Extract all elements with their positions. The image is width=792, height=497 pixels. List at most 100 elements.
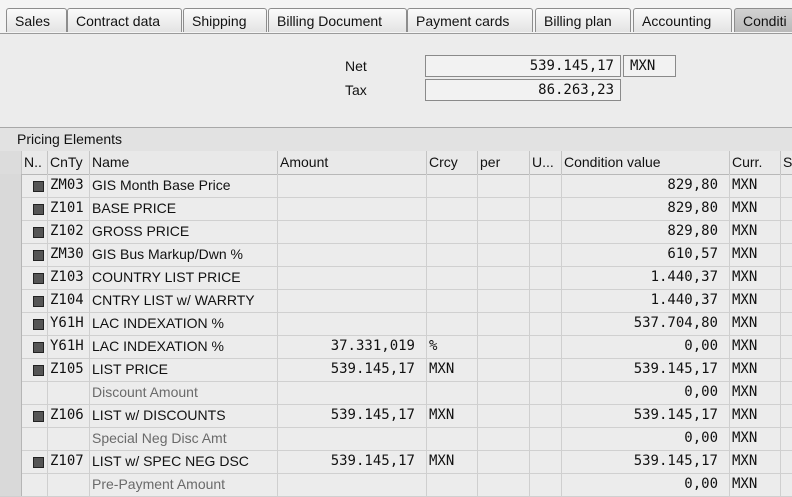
column-header-curr[interactable]: Curr.: [730, 151, 781, 174]
table-row[interactable]: Discount Amount 0,00 MXN: [0, 381, 792, 405]
uom-cell[interactable]: [530, 289, 562, 312]
net-value-field[interactable]: 539.145,17: [425, 55, 621, 77]
condition-status-icon[interactable]: [33, 457, 44, 468]
crcy-cell[interactable]: [427, 266, 478, 289]
amount-cell[interactable]: 539.145,17: [278, 358, 427, 381]
condition-status-icon[interactable]: [33, 296, 44, 307]
per-cell[interactable]: [478, 197, 530, 220]
amount-cell[interactable]: [278, 243, 427, 266]
condition-type-cell[interactable]: Z103: [48, 266, 90, 289]
table-row[interactable]: Z105 LIST PRICE 539.145,17 MXN 539.145,17 MXN: [0, 358, 792, 382]
per-cell[interactable]: [478, 289, 530, 312]
amount-cell[interactable]: [278, 381, 427, 404]
tab-conditions[interactable]: Conditi: [734, 8, 792, 32]
uom-cell[interactable]: [530, 450, 562, 473]
crcy-cell[interactable]: %: [427, 335, 478, 358]
row-selector[interactable]: [0, 312, 22, 335]
column-header-condition-value[interactable]: Condition value: [562, 151, 730, 174]
condition-type-cell[interactable]: [48, 381, 90, 404]
amount-cell[interactable]: [278, 312, 427, 335]
uom-cell[interactable]: [530, 312, 562, 335]
crcy-cell[interactable]: [427, 473, 478, 496]
tab-accounting[interactable]: Accounting: [633, 8, 732, 32]
uom-cell[interactable]: [530, 197, 562, 220]
net-currency-field[interactable]: MXN: [623, 55, 676, 77]
condition-type-cell[interactable]: Z105: [48, 358, 90, 381]
row-selector[interactable]: [0, 220, 22, 243]
tab-billing-document[interactable]: Billing Document: [268, 8, 407, 32]
condition-type-cell[interactable]: Z101: [48, 197, 90, 220]
condition-type-cell[interactable]: [48, 473, 90, 496]
table-row[interactable]: Y61H LAC INDEXATION % 37.331,019% 0,00 MXN: [0, 335, 792, 359]
amount-cell[interactable]: [278, 473, 427, 496]
table-row[interactable]: Z107 LIST w/ SPEC NEG DSC 539.145,17 MXN 539…: [0, 450, 792, 474]
amount-cell[interactable]: [278, 197, 427, 220]
crcy-cell[interactable]: MXN: [427, 404, 478, 427]
per-cell[interactable]: [478, 312, 530, 335]
per-cell[interactable]: [478, 381, 530, 404]
condition-type-cell[interactable]: Y61H: [48, 335, 90, 358]
condition-status-icon[interactable]: [33, 342, 44, 353]
crcy-cell[interactable]: [427, 197, 478, 220]
row-selector[interactable]: [0, 335, 22, 358]
condition-status-icon[interactable]: [33, 411, 44, 422]
condition-status-icon[interactable]: [33, 227, 44, 238]
uom-cell[interactable]: [530, 473, 562, 496]
amount-cell[interactable]: 37.331,019: [278, 335, 427, 358]
row-selector[interactable]: [0, 427, 22, 450]
table-row[interactable]: Z106 LIST w/ DISCOUNTS 539.145,17 MXN 539.14…: [0, 404, 792, 428]
condition-status-icon[interactable]: [33, 273, 44, 284]
per-cell[interactable]: [478, 427, 530, 450]
condition-type-cell[interactable]: Z107: [48, 450, 90, 473]
condition-type-cell[interactable]: Z104: [48, 289, 90, 312]
per-cell[interactable]: [478, 450, 530, 473]
uom-cell[interactable]: [530, 243, 562, 266]
uom-cell[interactable]: [530, 404, 562, 427]
amount-cell[interactable]: [278, 427, 427, 450]
table-row[interactable]: Z101 BASE PRICE 829,80 MXN: [0, 197, 792, 221]
table-row[interactable]: Z103 COUNTRY LIST PRICE 1.440,37 MXN: [0, 266, 792, 290]
per-cell[interactable]: [478, 266, 530, 289]
column-header-name[interactable]: Name: [90, 151, 278, 174]
crcy-cell[interactable]: [427, 381, 478, 404]
per-cell[interactable]: [478, 335, 530, 358]
uom-cell[interactable]: [530, 266, 562, 289]
per-cell[interactable]: [478, 358, 530, 381]
table-row[interactable]: Pre-Payment Amount 0,00 MXN: [0, 473, 792, 497]
tab-billing-plan[interactable]: Billing plan: [535, 8, 631, 32]
amount-cell[interactable]: [278, 289, 427, 312]
column-header-per[interactable]: per: [478, 151, 530, 174]
table-row[interactable]: ZM30 GIS Bus Markup/Dwn % 610,57 MXN: [0, 243, 792, 267]
row-selector[interactable]: [0, 243, 22, 266]
uom-cell[interactable]: [530, 335, 562, 358]
row-selector[interactable]: [0, 473, 22, 496]
column-header-n[interactable]: N..: [22, 151, 48, 174]
per-cell[interactable]: [478, 473, 530, 496]
crcy-cell[interactable]: [427, 243, 478, 266]
tab-shipping[interactable]: Shipping: [183, 8, 267, 32]
uom-cell[interactable]: [530, 174, 562, 197]
uom-cell[interactable]: [530, 220, 562, 243]
uom-cell[interactable]: [530, 381, 562, 404]
condition-type-cell[interactable]: ZM03: [48, 174, 90, 197]
crcy-cell[interactable]: [427, 174, 478, 197]
tab-contract-data[interactable]: Contract data: [67, 8, 182, 32]
row-selector[interactable]: [0, 381, 22, 404]
row-selector[interactable]: [0, 266, 22, 289]
row-selector[interactable]: [0, 197, 22, 220]
table-row[interactable]: Z104 CNTRY LIST w/ WARRTY 1.440,37 MXN: [0, 289, 792, 313]
condition-type-cell[interactable]: Y61H: [48, 312, 90, 335]
amount-cell[interactable]: [278, 174, 427, 197]
row-selector[interactable]: [0, 404, 22, 427]
crcy-cell[interactable]: MXN: [427, 450, 478, 473]
amount-cell[interactable]: [278, 266, 427, 289]
amount-cell[interactable]: 539.145,17: [278, 404, 427, 427]
tax-value-field[interactable]: 86.263,23: [425, 79, 621, 101]
column-header-cnty[interactable]: CnTy: [48, 151, 90, 174]
table-row[interactable]: Y61H LAC INDEXATION % 537.704,80 MXN: [0, 312, 792, 336]
per-cell[interactable]: [478, 174, 530, 197]
condition-status-icon[interactable]: [33, 204, 44, 215]
crcy-cell[interactable]: [427, 289, 478, 312]
per-cell[interactable]: [478, 220, 530, 243]
row-selector[interactable]: [0, 358, 22, 381]
